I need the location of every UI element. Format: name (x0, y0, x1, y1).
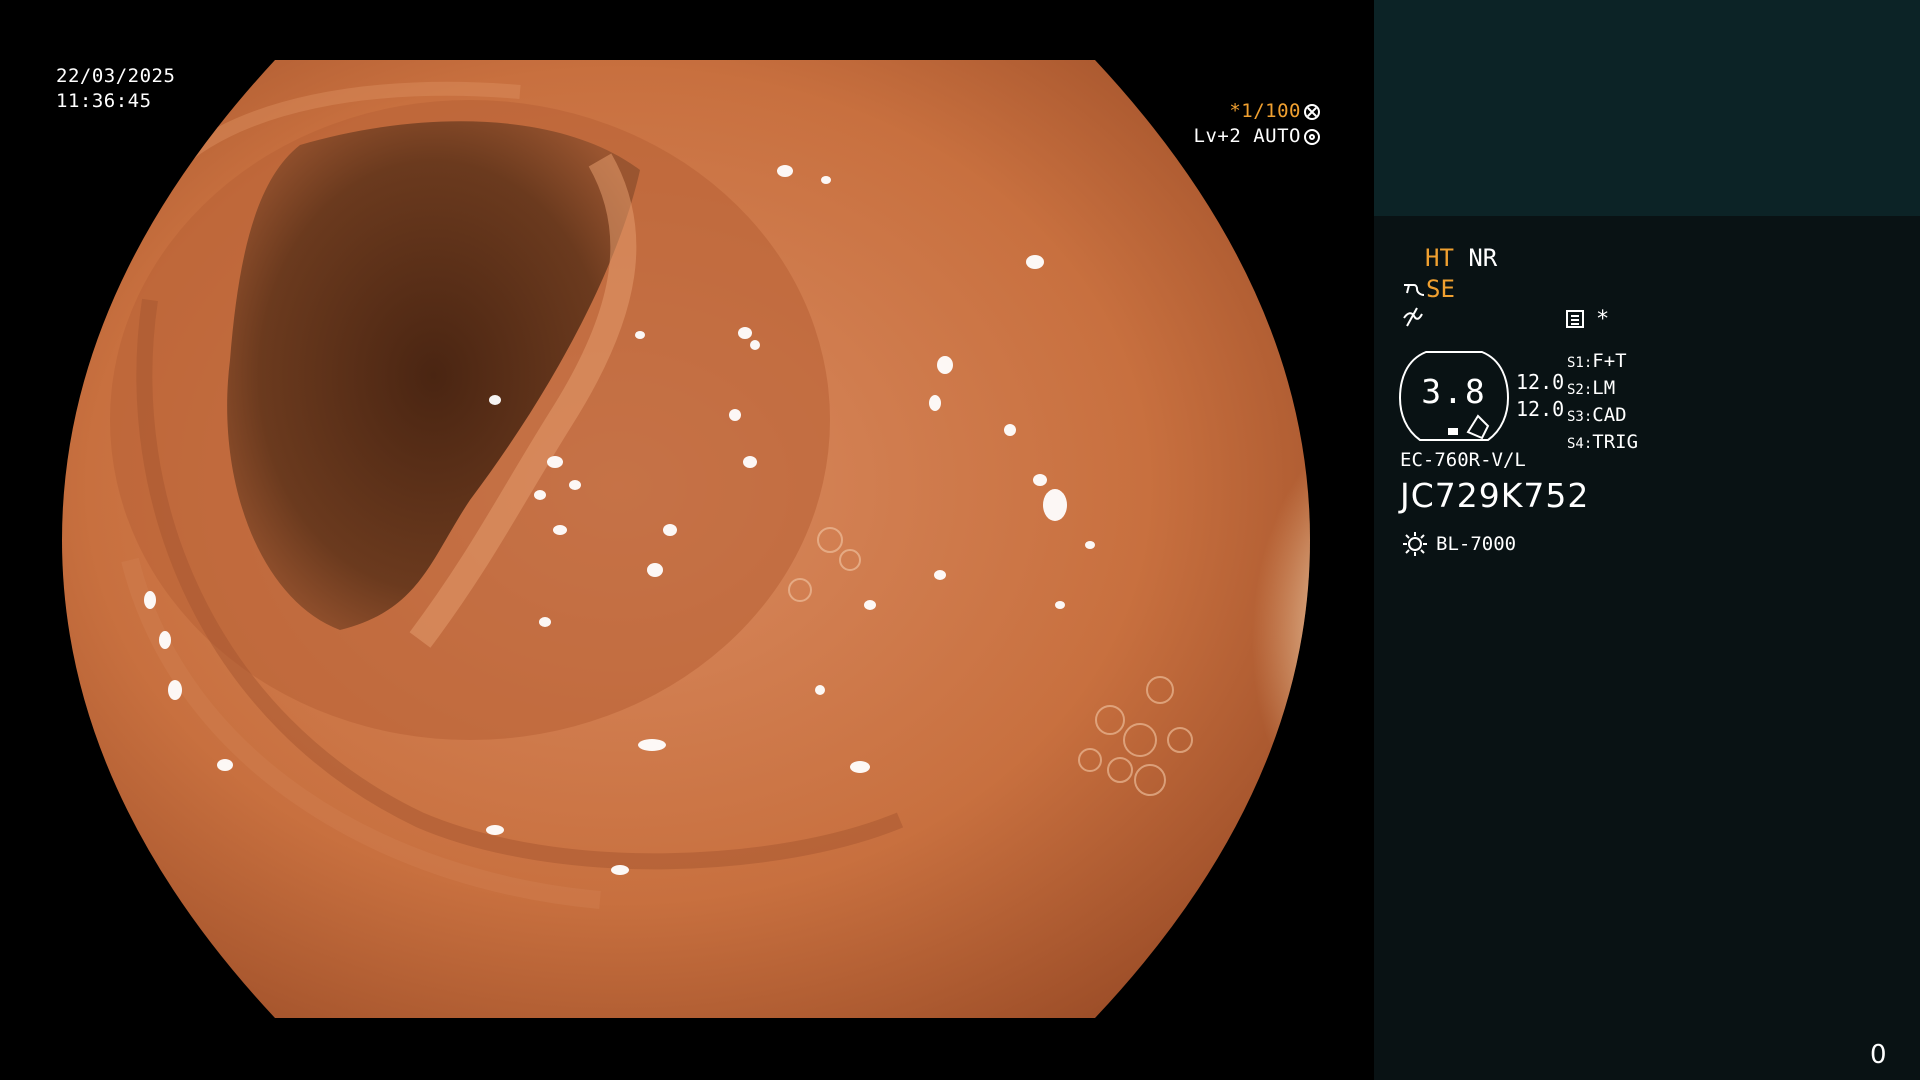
iris-icon (1304, 129, 1320, 145)
switch-value: LM (1592, 377, 1616, 399)
switch-value: CAD (1592, 404, 1627, 426)
scope-icon (1404, 284, 1425, 296)
date: 22/03/2025 (56, 65, 176, 87)
gauge-value: 3.8 (1421, 372, 1487, 411)
menu-icon (1566, 310, 1584, 328)
asterisk-indicator: * (1596, 307, 1610, 332)
shutter-speed: *1/100 (1229, 100, 1301, 122)
scope-model: EC-760R-V/L (1400, 449, 1526, 471)
light-source: BL-7000 (1402, 531, 1516, 557)
exposure-readout: *1/100 Lv+2 AUTO (1194, 99, 1320, 149)
switch-key: S1: (1567, 355, 1593, 371)
wheel-icon (1304, 104, 1320, 120)
scope-switch: S3:CAD (1567, 403, 1638, 430)
switch-value: TRIG (1592, 431, 1639, 453)
filter-icon (1403, 307, 1423, 327)
switch-key: S2: (1567, 382, 1593, 398)
menu-row: * (1566, 307, 1609, 332)
gauge-number: 12.0 (1516, 397, 1565, 421)
gauge-number: 12.0 (1516, 370, 1565, 394)
info-panel: HT NR SE * 3.8 12.0 12.0 S1:F+T S2:LM S3… (1374, 0, 1920, 1080)
endoscope-field-of-view (62, 60, 1310, 1018)
image-counter: 0 (1870, 1040, 1887, 1070)
switch-value: F+T (1592, 350, 1627, 372)
nr-mode: NR (1468, 244, 1498, 272)
se-mode: SE (1426, 275, 1455, 303)
endoscopy-image: 22/03/2025 11:36:45 *1/100 Lv+2 AUTO (0, 0, 1374, 1080)
scope-serial: JC729K752 (1400, 476, 1590, 515)
scope-switch-list: S1:F+T S2:LM S3:CAD S4:TRIG (1567, 349, 1638, 457)
sun-icon (1403, 532, 1427, 556)
endoscopy-image-svg (62, 60, 1310, 1018)
scope-switch: S1:F+T (1567, 349, 1638, 376)
scope-switch: S4:TRIG (1567, 430, 1638, 457)
thumbnail-area (1374, 0, 1920, 216)
gauge: 3.8 (1398, 350, 1510, 444)
switch-key: S3: (1567, 409, 1593, 425)
switch-key: S4: (1567, 436, 1593, 452)
brightness-level: Lv+2 AUTO (1193, 125, 1301, 147)
ht-mode: HT (1425, 244, 1454, 272)
time: 11:36:45 (56, 90, 152, 112)
se-mode-row: SE (1402, 275, 1455, 303)
processing-modes: HT NR (1425, 244, 1497, 272)
gauge-numbers: 12.0 12.0 (1516, 369, 1564, 423)
light-source-label: BL-7000 (1436, 533, 1517, 555)
datetime: 22/03/2025 11:36:45 (56, 64, 175, 114)
filter-row (1402, 306, 1424, 334)
scope-switch: S2:LM (1567, 376, 1638, 403)
